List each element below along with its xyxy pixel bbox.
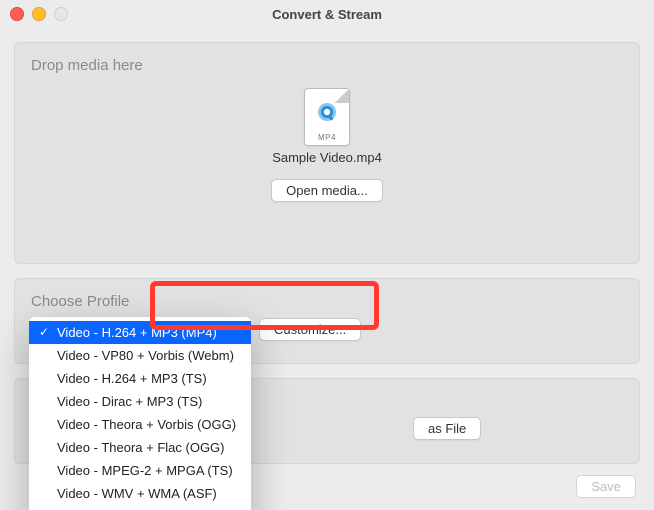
profile-option[interactable]: Video - Theora + Vorbis (OGG) [29, 413, 251, 436]
customize-profile-button[interactable]: Customize... [259, 318, 361, 341]
convert-stream-window: Convert & Stream Drop media here MP4 Sam… [0, 0, 654, 510]
quicktime-icon [316, 101, 338, 123]
save-button[interactable]: Save [576, 475, 636, 498]
file-ext-badge: MP4 [305, 133, 349, 142]
profile-option[interactable]: Video - DIV3 + MP3 (ASF) [29, 505, 251, 510]
profile-option[interactable]: Video - H.264 + MP3 (TS) [29, 367, 251, 390]
file-icon: MP4 [304, 88, 350, 146]
profile-option[interactable]: Video - Dirac + MP3 (TS) [29, 390, 251, 413]
window-title: Convert & Stream [0, 7, 654, 22]
drop-media-label: Drop media here [31, 57, 623, 74]
profile-option[interactable]: Video - H.264 + MP3 (MP4) [29, 321, 251, 344]
save-as-file-button[interactable]: as File [413, 417, 481, 440]
profile-dropdown[interactable]: Video - H.264 + MP3 (MP4)Video - VP80 + … [29, 317, 251, 510]
drop-area: MP4 Sample Video.mp4 Open media... [31, 88, 623, 202]
content: Drop media here MP4 Sample Video.mp4 Ope… [0, 28, 654, 464]
titlebar: Convert & Stream [0, 0, 654, 28]
choose-profile-label: Choose Profile [31, 293, 623, 310]
profile-option[interactable]: Video - VP80 + Vorbis (Webm) [29, 344, 251, 367]
profile-option[interactable]: Video - Theora + Flac (OGG) [29, 436, 251, 459]
profile-option[interactable]: Video - MPEG-2 + MPGA (TS) [29, 459, 251, 482]
drop-media-panel[interactable]: Drop media here MP4 Sample Video.mp4 Ope… [14, 42, 640, 264]
choose-profile-panel: Choose Profile Video - H.264 + MP3 (MP4)… [14, 278, 640, 364]
open-media-button[interactable]: Open media... [271, 179, 383, 202]
profile-select[interactable]: Video - H.264 + MP3 (MP4)Video - VP80 + … [31, 319, 249, 341]
profile-option[interactable]: Video - WMV + WMA (ASF) [29, 482, 251, 505]
dropped-file-name: Sample Video.mp4 [31, 150, 623, 165]
